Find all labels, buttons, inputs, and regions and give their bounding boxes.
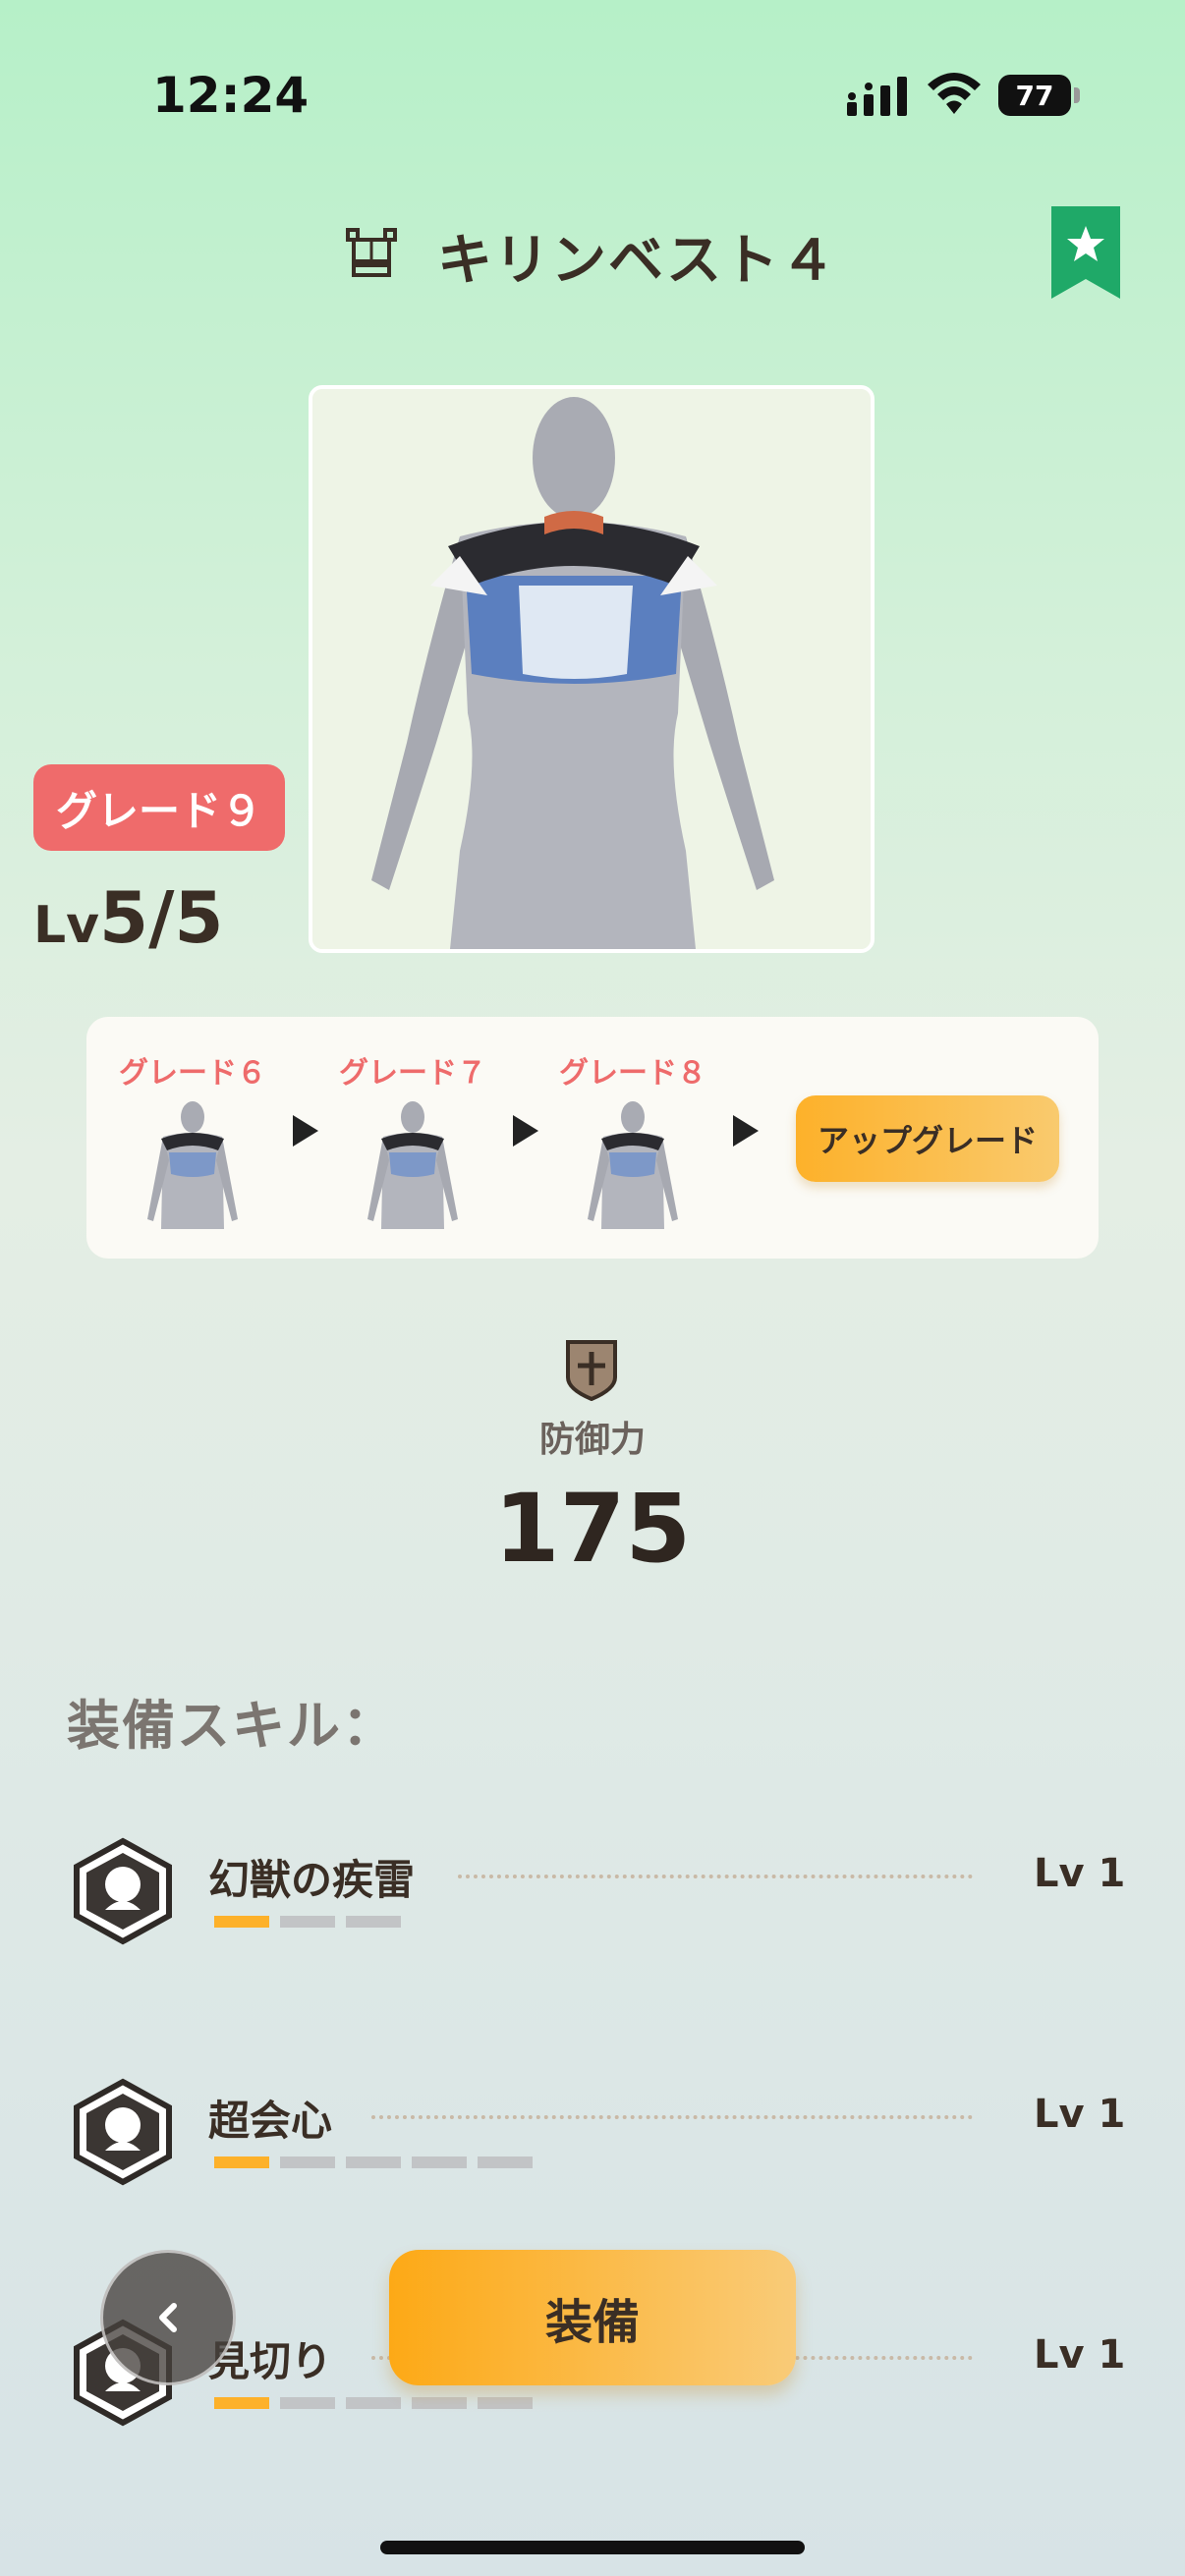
- arrow-right-icon: [293, 1115, 318, 1147]
- skill-level-segment: [412, 2397, 467, 2409]
- grade-progression-card: グレード６ グレード７ グレード８ アップグレード: [86, 1017, 1099, 1259]
- grade-badge: グレード９: [33, 764, 285, 851]
- arrow-right-icon: [733, 1115, 759, 1147]
- grade-step-label: グレード７: [339, 1056, 486, 1091]
- grade-step-label: グレード８: [559, 1056, 706, 1091]
- level-value: 5/5: [99, 876, 224, 959]
- skill-level-segment: [214, 2156, 269, 2168]
- skill-level-segment: [346, 1916, 401, 1928]
- skill-level-segment: [412, 2156, 467, 2168]
- defense-value: 175: [493, 1474, 692, 1584]
- skill-level-segment: [214, 1916, 269, 1928]
- defense-label: 防御力: [538, 1420, 646, 1460]
- battery-level: 77: [998, 75, 1071, 116]
- star-bookmark-icon[interactable]: [1051, 206, 1120, 299]
- skill-level: Lv 1: [1034, 2092, 1126, 2137]
- equip-button[interactable]: 装備: [389, 2250, 796, 2385]
- skill-level: Lv 1: [1034, 1851, 1126, 1896]
- skill-level-segment: [280, 1916, 335, 1928]
- page-title: キリンベスト４: [437, 229, 838, 293]
- skill-level-segment: [478, 2156, 533, 2168]
- skill-hex-icon: [74, 2078, 172, 2186]
- skill-level-segment: [346, 2397, 401, 2409]
- skill-name: 超会心: [208, 2097, 333, 2145]
- grade-step[interactable]: グレード７: [324, 1048, 501, 1229]
- armor-chest-icon: [346, 228, 397, 277]
- back-button[interactable]: [100, 2250, 236, 2385]
- armor-thumbnail: [147, 1101, 238, 1229]
- skill-row[interactable]: 幻獣の疾雷 Lv 1: [0, 1837, 1185, 2004]
- skill-leader-line: [371, 2115, 973, 2119]
- status-time: 12:24: [152, 67, 310, 124]
- skill-level-segment: [346, 2156, 401, 2168]
- level-prefix: Lv: [33, 896, 100, 955]
- item-level: Lv5/5: [33, 876, 224, 959]
- skill-name: 幻獣の疾雷: [208, 1856, 416, 1904]
- armor-thumbnail: [367, 1101, 458, 1229]
- skill-level-segment: [478, 2397, 533, 2409]
- armor-preview-image: [309, 385, 875, 953]
- skill-hex-icon: [74, 1837, 172, 1945]
- skill-row[interactable]: 超会心 Lv 1: [0, 2078, 1185, 2245]
- skill-level-segment: [280, 2397, 335, 2409]
- upgrade-button[interactable]: アップグレード: [796, 1095, 1059, 1182]
- wifi-icon: [928, 73, 981, 114]
- arrow-right-icon: [513, 1115, 538, 1147]
- skill-level: Lv 1: [1034, 2332, 1126, 2378]
- skill-level-segment: [214, 2397, 269, 2409]
- grade-step-label: グレード６: [119, 1056, 266, 1091]
- grade-step[interactable]: グレード８: [544, 1048, 721, 1229]
- grade-step[interactable]: グレード６: [104, 1048, 281, 1229]
- skills-section-title: 装備スキル：: [67, 1695, 397, 1757]
- battery-indicator: 77: [998, 75, 1081, 116]
- shield-icon: [566, 1340, 617, 1401]
- armor-thumbnail: [588, 1101, 678, 1229]
- cellular-signal-icon: [847, 77, 907, 116]
- chevron-left-icon: [159, 2303, 177, 2332]
- skill-level-segment: [280, 2156, 335, 2168]
- skill-leader-line: [458, 1875, 973, 1878]
- home-indicator[interactable]: [380, 2541, 805, 2554]
